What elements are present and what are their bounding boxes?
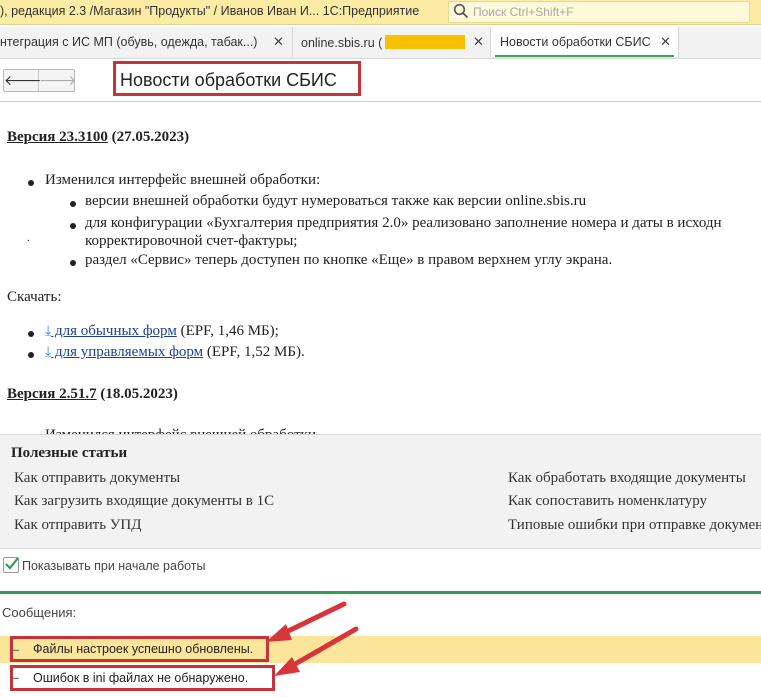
news-subitem: версии внешней обработки будут нумероват… bbox=[85, 193, 587, 209]
article-link[interactable]: Как обработать входящие документы bbox=[508, 470, 746, 487]
article-link[interactable]: Как отправить УПД bbox=[14, 517, 142, 534]
article-link[interactable]: Как сопоставить номенклатуру bbox=[508, 493, 707, 510]
bullet bbox=[28, 331, 34, 337]
version-heading-2: Версия 2.51.7 (18.05.2023) bbox=[7, 386, 178, 403]
download-label: Скачать: bbox=[7, 289, 62, 305]
tab-bar: нтеграция с ИС МП (обувь, одежда, табак.… bbox=[0, 27, 761, 59]
version-link[interactable]: Версия 23.3100 bbox=[7, 129, 108, 145]
bullet bbox=[70, 201, 76, 207]
nav-buttons: 🡐 🡒 bbox=[3, 69, 77, 92]
news-subitem: для конфигурации «Бухгалтерия предприяти… bbox=[85, 215, 722, 231]
stray-dot: . bbox=[27, 232, 30, 244]
tab-label: Новости обработки СБИС bbox=[500, 35, 651, 49]
forward-arrow-icon[interactable]: 🡒 bbox=[39, 70, 77, 91]
separator-line bbox=[0, 591, 761, 594]
messages-title: Сообщения: bbox=[2, 605, 77, 620]
window-title: ), редакция 2.3 /Магазин "Продукты" / Ив… bbox=[0, 4, 420, 18]
download-link-regular[interactable]: для обычных форм bbox=[51, 323, 177, 339]
version-date: (27.05.2023) bbox=[107, 129, 190, 145]
bullet bbox=[28, 352, 34, 358]
version-date: (18.05.2023) bbox=[96, 386, 178, 402]
article-link[interactable]: Типовые ошибки при отправке документов bbox=[508, 517, 761, 534]
bullet bbox=[28, 180, 34, 186]
download-item-1: ⤓ для обычных форм (EPF, 1,46 МБ); bbox=[45, 323, 279, 339]
tab-sbis-news[interactable]: Новости обработки СБИС ✕ bbox=[491, 27, 679, 57]
message-box: Файлы настроек успешно обновлены. bbox=[10, 636, 269, 662]
useful-articles-title: Полезные статьи bbox=[11, 445, 128, 461]
window-titlebar: ), редакция 2.3 /Магазин "Продукты" / Ив… bbox=[0, 0, 761, 25]
close-icon[interactable]: ✕ bbox=[660, 34, 671, 50]
show-at-start-label: Показывать при начале работы bbox=[22, 559, 206, 573]
search-box[interactable]: Поиск Ctrl+Shift+F bbox=[448, 1, 750, 23]
message-text: Файлы настроек успешно обновлены. bbox=[33, 642, 254, 656]
article-link[interactable]: Как отправить документы bbox=[14, 470, 180, 487]
tab-label: online.sbis.ru ( bbox=[301, 36, 383, 50]
active-tab-indicator bbox=[495, 55, 674, 57]
article-link[interactable]: Как загрузить входящие документы в 1С bbox=[14, 493, 274, 510]
news-subitem-cont: корректировочной счет-фактуры; bbox=[85, 233, 298, 249]
tab-integration[interactable]: нтеграция с ИС МП (обувь, одежда, табак.… bbox=[0, 27, 293, 57]
download-link-managed[interactable]: для управляемых форм bbox=[51, 344, 203, 360]
version-link[interactable]: Версия 2.51.7 bbox=[7, 386, 97, 402]
show-at-start-checkbox[interactable] bbox=[3, 557, 19, 573]
useful-articles-panel: Полезные статьи Как отправить документы … bbox=[0, 434, 761, 549]
bullet bbox=[70, 223, 76, 229]
version-heading-1: Версия 23.3100 (27.05.2023) bbox=[7, 129, 189, 146]
news-item: Изменился интерфейс внешней обработки: bbox=[45, 172, 321, 188]
search-icon bbox=[453, 3, 469, 22]
back-arrow-icon[interactable]: 🡐 bbox=[4, 70, 42, 91]
download-item-2: ⤓ для управляемых форм (EPF, 1,52 МБ). bbox=[45, 344, 305, 360]
page-title: Новости обработки СБИС bbox=[120, 70, 337, 90]
close-icon[interactable]: ✕ bbox=[473, 34, 484, 50]
page-title-box: Новости обработки СБИС bbox=[113, 61, 361, 96]
tab-label: нтеграция с ИС МП (обувь, одежда, табак.… bbox=[0, 35, 258, 49]
news-content[interactable]: Версия 23.3100 (27.05.2023) Изменился ин… bbox=[0, 101, 761, 435]
checkmark-icon bbox=[5, 557, 19, 570]
news-subitem: раздел «Сервис» теперь доступен по кнопк… bbox=[85, 252, 613, 268]
redaction-highlight bbox=[385, 35, 466, 49]
close-icon[interactable]: ✕ bbox=[273, 34, 284, 50]
message-box: Ошибок в ini файлах не обнаружено. bbox=[10, 665, 275, 691]
bullet bbox=[70, 260, 76, 266]
tab-online-sbis[interactable]: online.sbis.ru ( ✕ bbox=[293, 27, 491, 57]
message-text: Ошибок в ini файлах не обнаружено. bbox=[33, 671, 249, 685]
search-placeholder: Поиск Ctrl+Shift+F bbox=[473, 5, 574, 19]
